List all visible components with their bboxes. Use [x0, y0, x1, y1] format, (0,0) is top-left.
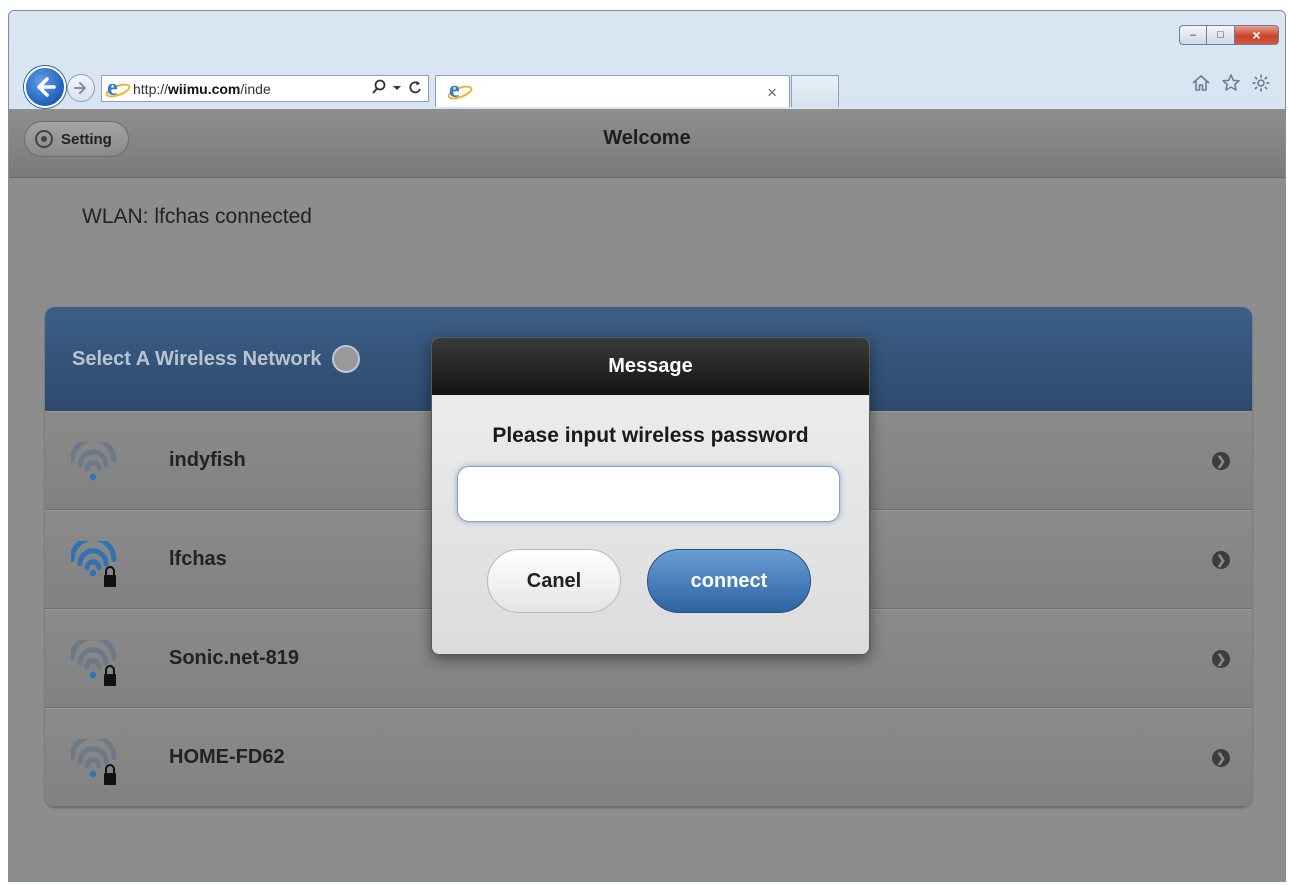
address-bar[interactable]: e http://wiimu.com/inde: [101, 75, 429, 102]
wifi-locked-weak-icon: [71, 739, 117, 785]
wlan-status: WLAN: lfchas connected: [82, 205, 312, 228]
home-icon[interactable]: [1191, 73, 1211, 99]
page-header: Setting Welcome: [9, 109, 1285, 178]
network-row[interactable]: HOME-FD62 ❯: [45, 708, 1252, 807]
wifi-weak-icon: [71, 442, 117, 481]
page-title: Welcome: [603, 127, 691, 149]
search-icon[interactable]: [372, 79, 386, 99]
browser-window: – □ × e http://wiimu.com/inde e × Settin…: [8, 10, 1286, 882]
refresh-icon[interactable]: [408, 79, 422, 99]
ie-logo-icon: e: [103, 76, 133, 100]
browser-titlebar: – □ × e http://wiimu.com/inde e ×: [9, 11, 1285, 109]
dialog-title: Message: [432, 338, 869, 395]
chevron-right-icon[interactable]: ❯: [1212, 650, 1230, 668]
back-arrow-icon[interactable]: [24, 66, 66, 108]
forward-arrow-icon[interactable]: [67, 74, 95, 102]
refresh-networks-icon[interactable]: [331, 345, 360, 373]
network-name: lfchas: [169, 548, 227, 570]
maximize-button[interactable]: □: [1207, 25, 1235, 45]
chevron-right-icon[interactable]: ❯: [1212, 551, 1230, 569]
minimize-button[interactable]: –: [1179, 25, 1207, 45]
new-tab-button[interactable]: [791, 75, 839, 107]
favorites-star-icon[interactable]: [1221, 73, 1241, 99]
wifi-locked-full-icon: [71, 541, 117, 587]
window-controls: – □ ×: [1179, 25, 1279, 45]
ie-logo-icon: e: [445, 78, 475, 103]
cancel-button[interactable]: Canel: [487, 549, 621, 613]
network-name: HOME-FD62: [169, 746, 285, 768]
password-dialog: Message Please input wireless password C…: [431, 337, 870, 655]
tab-close-icon[interactable]: ×: [767, 83, 777, 103]
network-name: indyfish: [169, 449, 246, 471]
browser-toolbar-icons: [1191, 73, 1271, 99]
web-viewport: Setting Welcome WLAN: lfchas connected S…: [9, 109, 1285, 881]
chevron-right-icon[interactable]: ❯: [1212, 452, 1230, 470]
close-button[interactable]: ×: [1235, 25, 1279, 45]
wifi-locked-weak-icon: [71, 640, 117, 686]
settings-gear-icon[interactable]: [1251, 73, 1271, 99]
connect-button[interactable]: connect: [647, 549, 811, 613]
chevron-right-icon[interactable]: ❯: [1212, 749, 1230, 767]
dialog-prompt: Please input wireless password: [492, 424, 809, 447]
address-url[interactable]: http://wiimu.com/inde: [133, 81, 366, 97]
network-panel-heading: Select A Wireless Network: [72, 347, 322, 370]
wireless-password-input[interactable]: [457, 466, 840, 522]
browser-tab[interactable]: e ×: [435, 75, 790, 107]
network-name: Sonic.net-819: [169, 647, 300, 669]
dropdown-icon[interactable]: [392, 79, 402, 99]
